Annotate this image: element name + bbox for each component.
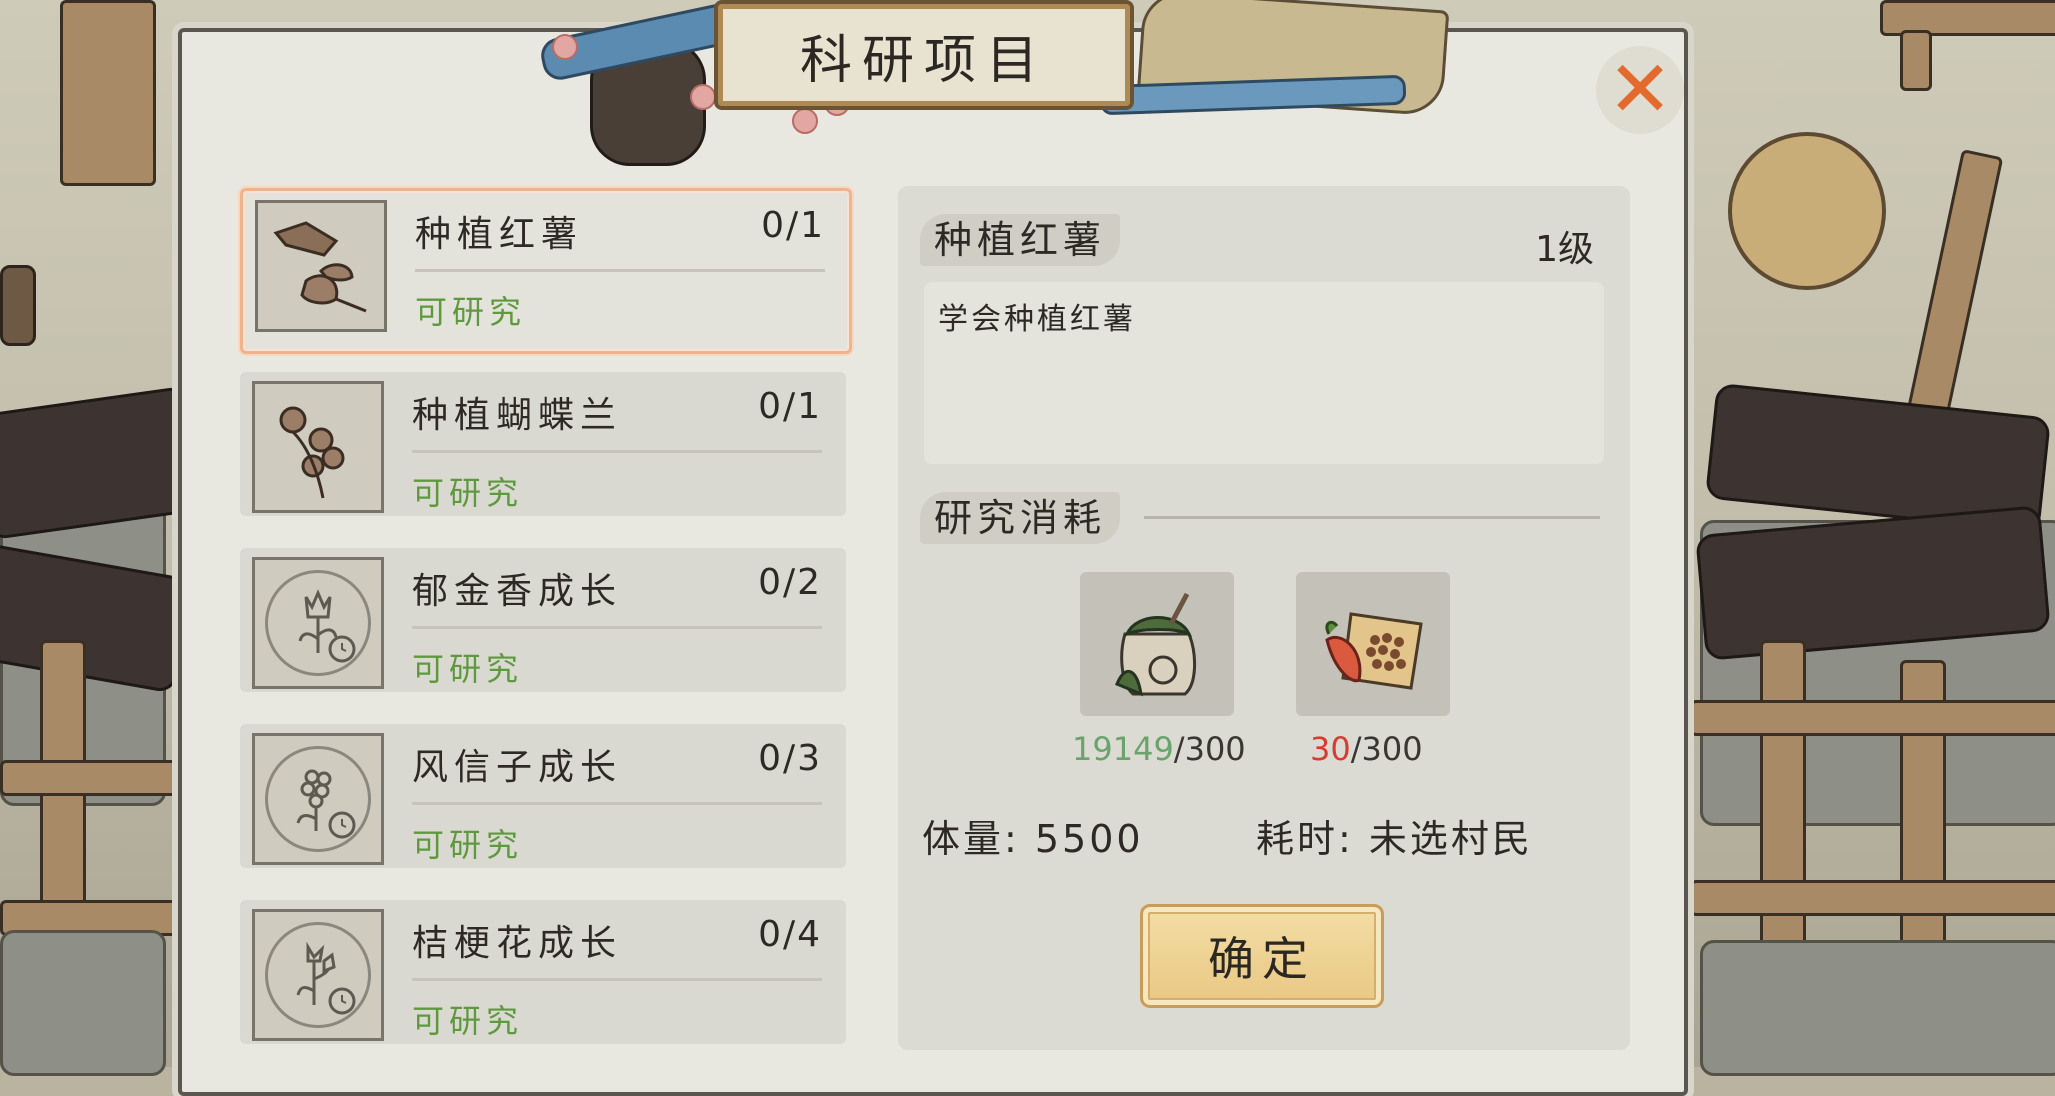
stamina-stat: 体量: 5500	[922, 817, 1144, 861]
resource-card[interactable]	[1080, 572, 1234, 716]
tulip-badge	[265, 570, 371, 676]
resource-have: 19149	[1072, 730, 1174, 768]
research-item-tulip[interactable]: 郁金香成长 0/2 可研究	[240, 548, 846, 692]
tulip-clock-icon	[252, 557, 384, 689]
resource-need: /300	[1173, 730, 1246, 768]
research-item-status: 可研究	[412, 826, 524, 864]
section-rule	[1144, 516, 1600, 519]
sweet-potato-seeds-icon	[1325, 612, 1423, 690]
research-item-status: 可研究	[412, 474, 524, 512]
resource-need: /300	[1350, 730, 1423, 768]
divider	[415, 269, 825, 272]
detail-title: 种植红薯	[920, 214, 1121, 266]
divider	[412, 450, 822, 453]
research-item-progress: 0/1	[758, 386, 822, 427]
fence-rail	[1690, 700, 2055, 736]
stone-wall	[0, 930, 166, 1076]
research-item-name: 桔梗花成长	[412, 923, 623, 964]
research-item-progress: 0/2	[758, 562, 822, 603]
hyacinth-clock-icon	[252, 733, 384, 865]
research-detail-panel: 种植红薯 1级 学会种植红薯 研究消耗 19149/300 30/300 体量:…	[898, 186, 1630, 1050]
description-box: 学会种植红薯	[924, 282, 1604, 464]
close-x-icon: ✕	[1607, 45, 1673, 135]
orchid-icon	[252, 381, 384, 513]
blossom-decoration	[690, 84, 716, 110]
research-item-hyacinth[interactable]: 风信子成长 0/3 可研究	[240, 724, 846, 868]
research-item-status: 可研究	[412, 650, 524, 688]
shelf-leg	[1900, 30, 1932, 91]
divider	[412, 626, 822, 629]
confirm-label: 确定	[1208, 932, 1316, 986]
stone-wall	[1700, 940, 2055, 1076]
confirm-button[interactable]: 确定	[1140, 904, 1384, 1008]
research-item-progress: 0/4	[758, 914, 822, 955]
resource-count: 30/300	[1310, 730, 1423, 768]
divider	[412, 978, 822, 981]
research-item-name: 种植红薯	[415, 214, 584, 255]
research-item-orchid[interactable]: 种植蝴蝶兰 0/1 可研究	[240, 372, 846, 516]
wooden-block	[0, 265, 36, 346]
straw-hat	[1728, 132, 1886, 290]
dialog-title: 科研项目	[799, 30, 1048, 91]
resource-have: 30	[1310, 730, 1351, 768]
research-item-name: 风信子成长	[412, 747, 623, 788]
blossom-decoration	[552, 34, 578, 60]
dialog-title-plate: 科研项目	[714, 0, 1134, 110]
resource-card[interactable]	[1296, 572, 1450, 716]
research-item-status: 可研究	[415, 293, 527, 331]
detail-level: 1级	[1535, 229, 1594, 270]
research-item-sweet-potato[interactable]: 种植红薯 0/1 可研究	[240, 188, 852, 354]
bellflower-clock-icon	[252, 909, 384, 1041]
fence-rail	[0, 760, 186, 796]
blossom-decoration	[792, 108, 818, 134]
research-item-progress: 0/1	[761, 205, 825, 246]
research-item-status: 可研究	[412, 1002, 524, 1040]
bellflower-badge	[265, 922, 371, 1028]
research-item-name: 郁金香成长	[412, 571, 623, 612]
close-button[interactable]: ✕	[1596, 46, 1684, 134]
hyacinth-badge	[265, 746, 371, 852]
detail-description: 学会种植红薯	[938, 302, 1136, 337]
research-item-bellflower[interactable]: 桔梗花成长 0/4 可研究	[240, 900, 846, 1044]
resource-count: 19149/300	[1072, 730, 1246, 768]
duration-stat: 耗时: 未选村民	[1256, 817, 1533, 861]
cost-section-header: 研究消耗	[920, 492, 1121, 544]
research-item-name: 种植蝴蝶兰	[412, 395, 623, 436]
divider	[412, 802, 822, 805]
wooden-post	[60, 0, 156, 186]
seed-bag-icon	[1115, 592, 1197, 697]
research-item-progress: 0/3	[758, 738, 822, 779]
sweet-potato-icon	[255, 200, 387, 332]
fence-rail	[1690, 880, 2055, 916]
